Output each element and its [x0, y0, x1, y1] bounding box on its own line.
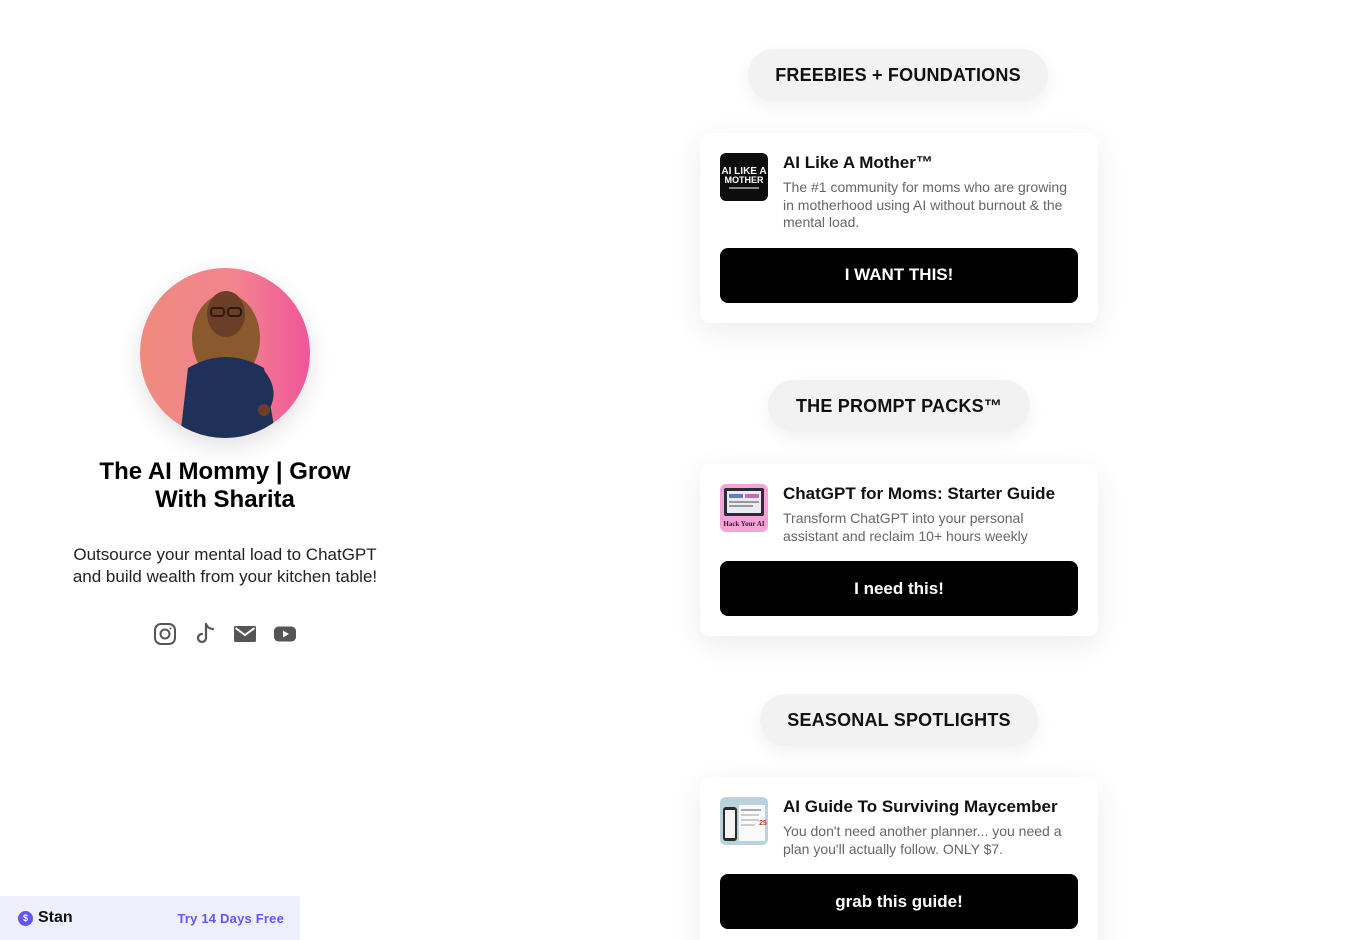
i-need-this-button[interactable]: I need this!: [720, 561, 1078, 616]
product-description: The #1 community for moms who are growin…: [783, 179, 1067, 230]
try-free-link[interactable]: Try 14 Days Free: [177, 911, 284, 926]
section-heading-freebies: FREEBIES + FOUNDATIONS: [748, 49, 1048, 101]
social-links: [40, 622, 410, 646]
product-card[interactable]: AI LIKE A MOTHER AI Like A Mother™ The #…: [700, 133, 1098, 323]
instagram-icon[interactable]: [153, 622, 177, 646]
product-thumbnail: AI LIKE A MOTHER: [720, 153, 768, 201]
avatar: [140, 268, 310, 438]
svg-text:25: 25: [759, 820, 767, 827]
section-heading-seasonal: SEASONAL SPOTLIGHTS: [760, 694, 1038, 746]
mail-icon[interactable]: [233, 622, 257, 646]
svg-text:Hack Your AI: Hack Your AI: [723, 520, 765, 528]
stan-brand[interactable]: $ Stan: [18, 909, 73, 927]
product-title: AI Guide To Surviving Maycember: [783, 797, 1058, 816]
profile-bio: Outsource your mental load to ChatGPT an…: [72, 545, 378, 586]
product-card[interactable]: Hack Your AI ChatGPT for Moms: Starter G…: [700, 464, 1098, 636]
stan-brand-label: Stan: [38, 909, 73, 926]
product-card[interactable]: 25 AI Guide To Surviving Maycember You d…: [700, 777, 1098, 940]
product-title: AI Like A Mother™: [783, 153, 933, 172]
profile-panel: The AI Mommy | Grow With Sharita Outsour…: [40, 268, 410, 646]
product-thumbnail: 25: [720, 797, 768, 845]
product-title: ChatGPT for Moms: Starter Guide: [783, 484, 1056, 503]
stan-footer-bar: $ Stan Try 14 Days Free: [0, 896, 300, 940]
svg-text:MOTHER: MOTHER: [725, 175, 764, 185]
tiktok-icon[interactable]: [193, 622, 217, 646]
section-heading-prompt-packs: THE PROMPT PACKS™: [768, 380, 1030, 432]
grab-this-guide-button[interactable]: grab this guide!: [720, 874, 1078, 929]
product-description: Transform ChatGPT into your personal ass…: [783, 510, 1028, 544]
youtube-icon[interactable]: [273, 622, 297, 646]
i-want-this-button[interactable]: I WANT THIS!: [720, 247, 1078, 303]
product-description: You don't need another planner... you ne…: [783, 823, 1062, 857]
stan-logo-icon: $: [18, 910, 33, 926]
profile-name: The AI Mommy | Grow With Sharita: [99, 458, 351, 513]
product-thumbnail: Hack Your AI: [720, 484, 768, 532]
